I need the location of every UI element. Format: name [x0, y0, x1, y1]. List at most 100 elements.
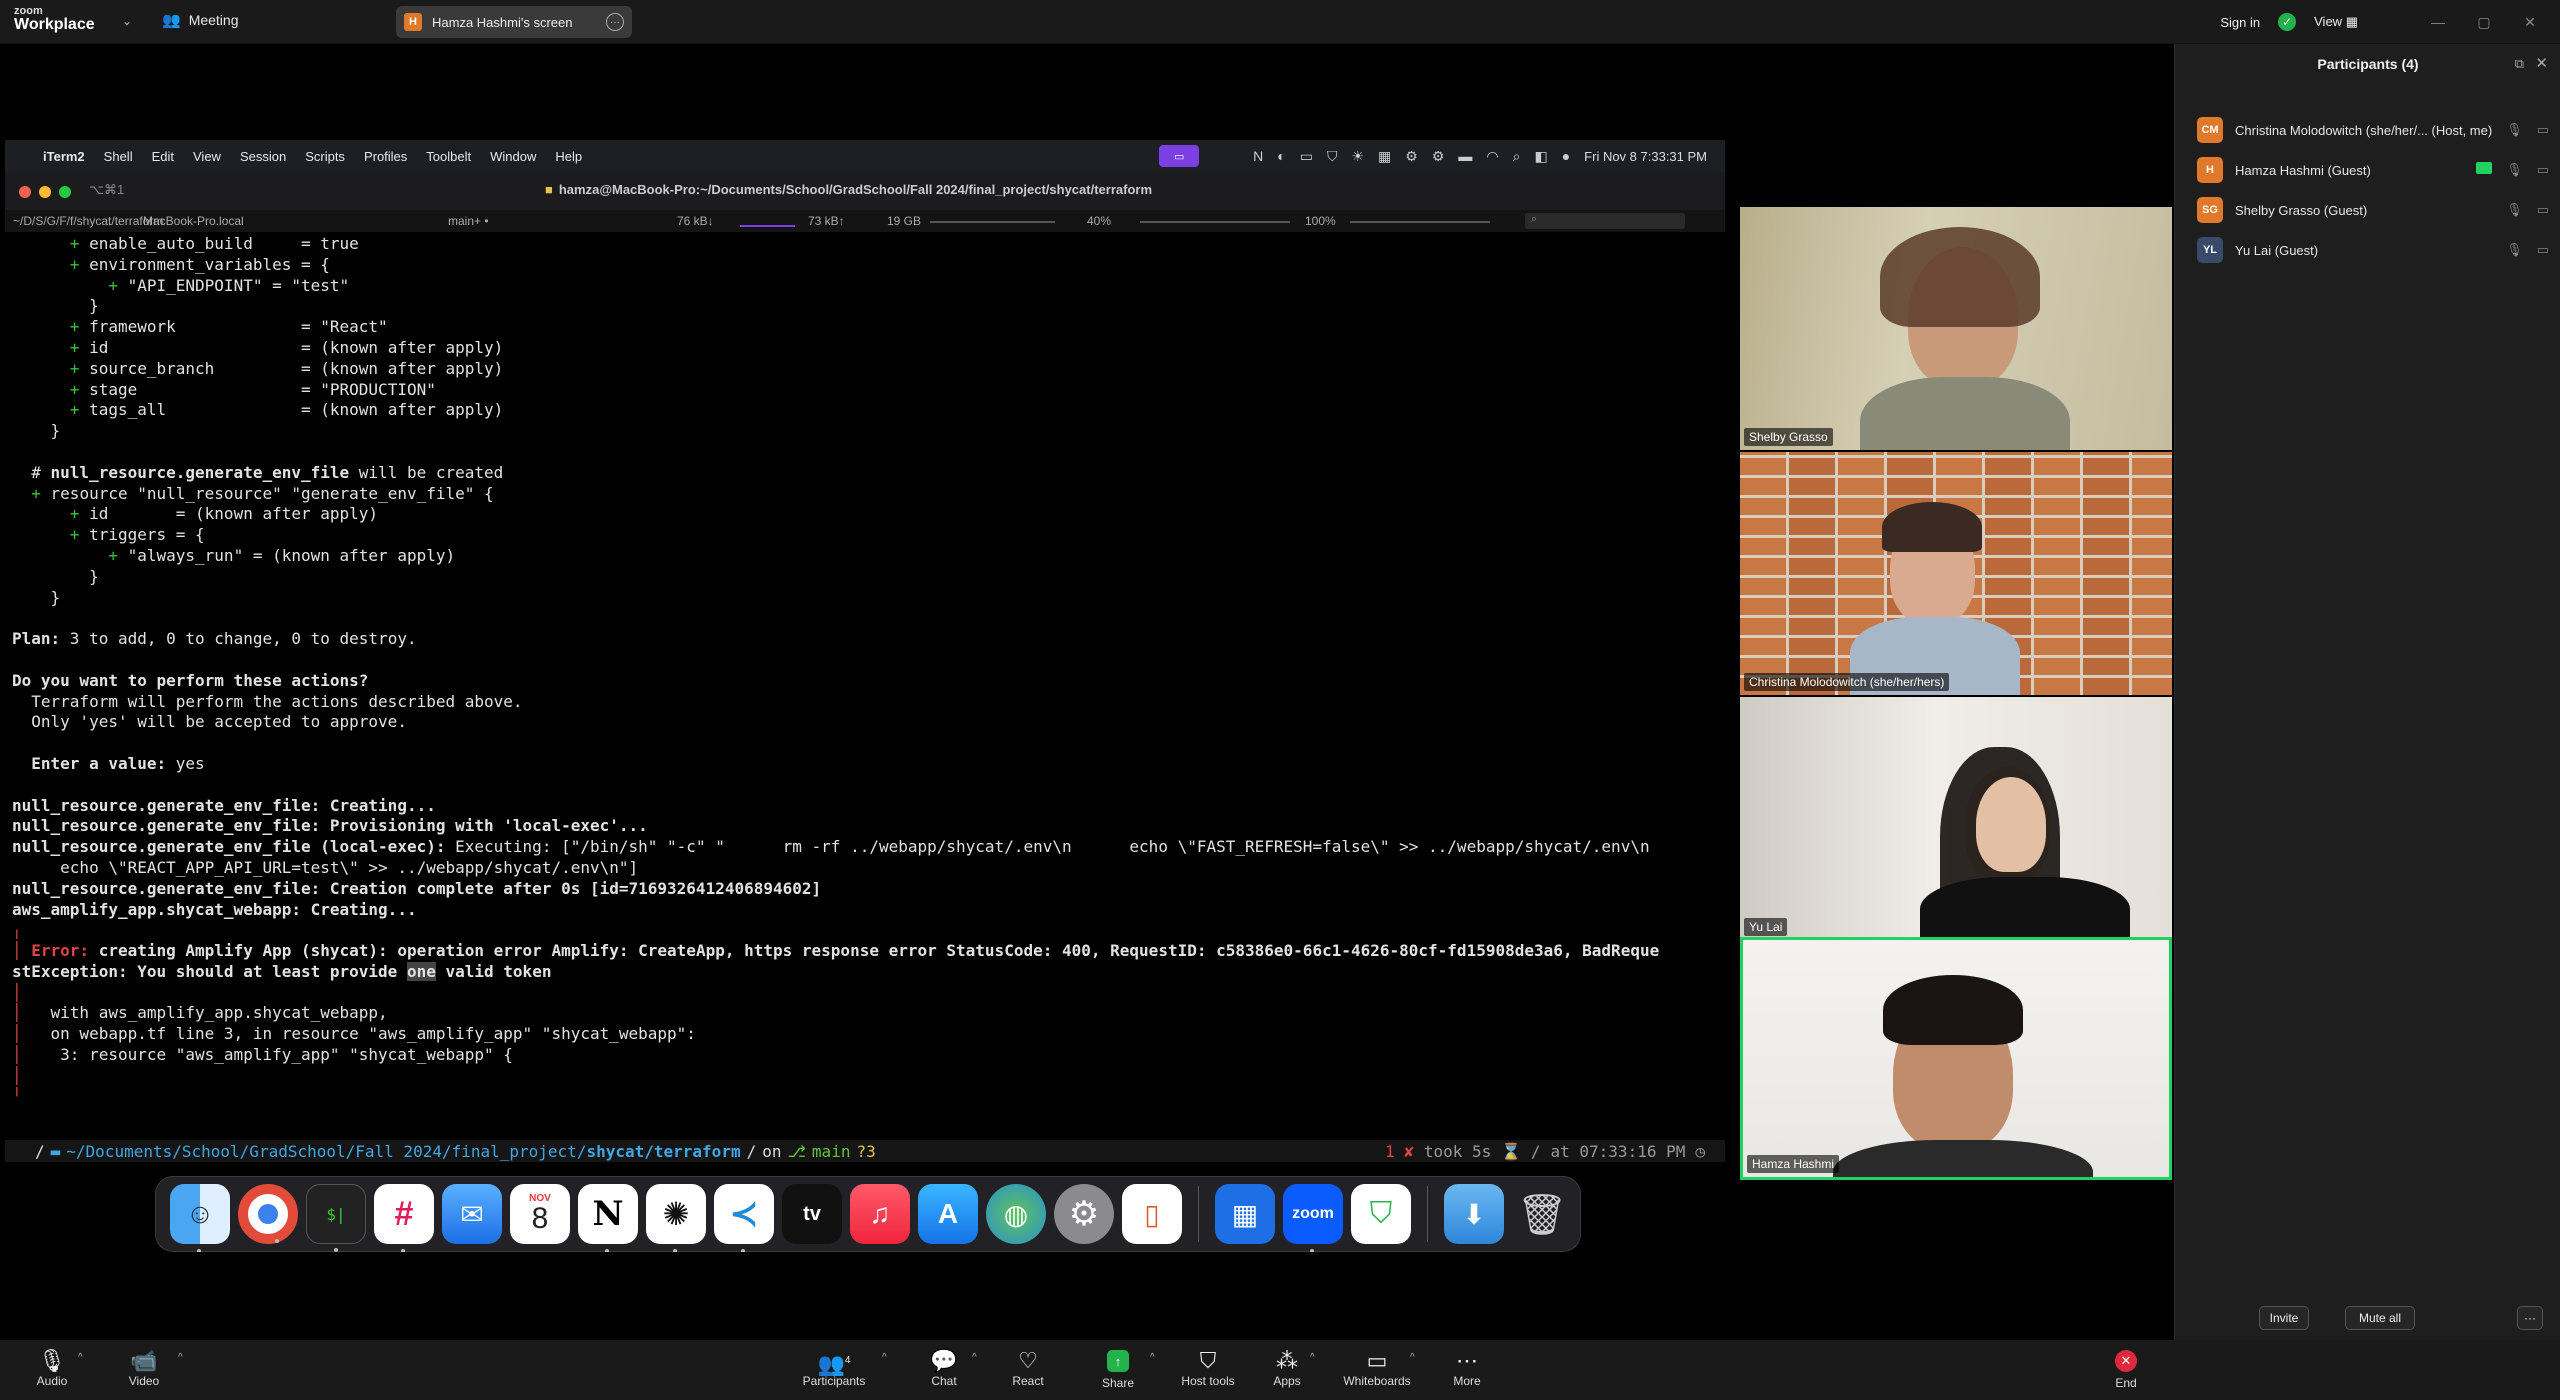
app-store-icon[interactable]: A [918, 1184, 978, 1244]
close-panel-icon[interactable]: ✕ [2535, 54, 2548, 72]
brightness-icon[interactable]: ☀ [1351, 148, 1364, 165]
host-tools-button[interactable]: ⛉ Host tools [1168, 1348, 1248, 1388]
more-options-button[interactable]: ··· [2517, 1306, 2543, 1330]
iphone-mirroring-icon[interactable]: ▯ [1122, 1184, 1182, 1244]
vscode-icon[interactable]: ≺ [714, 1184, 774, 1252]
mic-icon[interactable]: 🎙 [2506, 202, 2523, 218]
shared-screen-tab[interactable]: H Hamza Hashmi's screen ··· [396, 6, 632, 38]
meeting-button[interactable]: 👥 Meeting [162, 11, 239, 29]
grid-tray-icon[interactable]: ▦ [1378, 148, 1391, 165]
settings-tray-icon[interactable]: ⚙ [1432, 148, 1445, 165]
video-caret-icon[interactable]: ^ [178, 1352, 183, 1363]
mic-icon[interactable]: 🎙 [2506, 162, 2523, 178]
menu-item-app[interactable]: iTerm2 [43, 149, 85, 164]
participants-button[interactable]: 👥4 Participants [794, 1348, 874, 1388]
video-tile-shelby[interactable]: Shelby Grasso [1740, 207, 2172, 450]
apps-button[interactable]: ⁂ Apps [1247, 1348, 1327, 1388]
chatgpt-icon[interactable]: ✺ [646, 1184, 706, 1252]
wifi-icon[interactable]: ◠ [1486, 148, 1498, 165]
mail-icon[interactable]: ✉ [442, 1184, 502, 1244]
battery-icon[interactable]: ▬ [1458, 148, 1472, 164]
minimize-traffic-light[interactable] [39, 186, 51, 198]
system-settings-icon[interactable]: ⚙ [1054, 1184, 1114, 1244]
camera-icon[interactable]: ▭ [2537, 122, 2549, 138]
participant-row[interactable]: YL Yu Lai (Guest) 🎙 ▭ [2175, 230, 2560, 270]
apps-caret-icon[interactable]: ^ [1310, 1352, 1315, 1363]
menu-item-edit[interactable]: Edit [152, 149, 174, 164]
mic-icon[interactable]: 🎙 [2506, 122, 2523, 138]
whiteboards-caret-icon[interactable]: ^ [1410, 1352, 1415, 1363]
view-button[interactable]: View ▦ [2314, 14, 2358, 30]
zoom-workplace-logo[interactable]: zoom Workplace [14, 6, 95, 33]
control-center-icon[interactable]: ◧ [1534, 148, 1547, 165]
chat-caret-icon[interactable]: ^ [972, 1352, 977, 1363]
adguard-icon[interactable]: ⛉ [1351, 1184, 1411, 1244]
finder-icon[interactable]: ☺ [170, 1184, 230, 1252]
terminal-text: on webapp.tf line 3, in resource "aws_am… [31, 1024, 696, 1044]
whiteboards-button[interactable]: ▭ Whiteboards [1337, 1348, 1417, 1388]
chrome-icon[interactable] [238, 1184, 298, 1244]
security-shield-icon[interactable]: ✓ [2278, 13, 2297, 31]
terminal-output[interactable]: + enable_auto_build = true + environment… [12, 234, 1718, 1174]
globe-app-icon[interactable]: ◍ [986, 1184, 1046, 1244]
end-button[interactable]: ✕ End [2086, 1348, 2166, 1390]
participant-row[interactable]: SG Shelby Grasso (Guest) 🎙 ▭ [2175, 190, 2560, 230]
shield-tray-icon[interactable]: ⛉ [1327, 148, 1338, 165]
video-tile-yu[interactable]: Yu Lai [1740, 697, 2172, 940]
keynote-app-icon[interactable]: ▦ [1215, 1184, 1275, 1244]
menu-item-view[interactable]: View [193, 149, 221, 164]
share-button[interactable]: ↑ Share [1078, 1348, 1158, 1390]
video-tile-hamza-active-speaker[interactable]: Hamza Hashmi [1740, 937, 2172, 1180]
siri-icon[interactable]: ● [1562, 148, 1570, 164]
menu-item-help[interactable]: Help [555, 149, 582, 164]
downloads-folder-icon[interactable]: ⬇ [1444, 1184, 1504, 1244]
folder-tray-icon[interactable]: ▭ [1300, 148, 1313, 165]
react-button[interactable]: ♡ React [988, 1348, 1068, 1388]
sign-in-link[interactable]: Sign in [2220, 15, 2260, 30]
zoom-traffic-light[interactable] [59, 186, 71, 198]
more-options-icon[interactable]: ··· [606, 13, 624, 31]
invite-button[interactable]: Invite [2259, 1306, 2309, 1330]
mic-icon[interactable]: 🎙 [2506, 242, 2523, 258]
participant-row[interactable]: CM Christina Molodowitch (she/her/... (H… [2175, 110, 2560, 150]
notion-icon[interactable]: N [578, 1184, 638, 1252]
mute-all-button[interactable]: Mute all [2345, 1306, 2415, 1330]
apple-tv-icon[interactable]: tv [782, 1184, 842, 1244]
more-button[interactable]: ⋯ More [1427, 1348, 1507, 1388]
camera-icon[interactable]: ▭ [2537, 202, 2549, 218]
popout-icon[interactable]: ⧉ [2515, 56, 2524, 72]
music-icon[interactable]: ♫ [850, 1184, 910, 1244]
screen-share-icon[interactable]: ▭ [1159, 145, 1200, 167]
notion-tray-icon[interactable]: N [1253, 148, 1263, 164]
slack-icon[interactable]: # [374, 1184, 434, 1252]
menu-item-shell[interactable]: Shell [104, 149, 133, 164]
close-window-icon[interactable]: ✕ [2516, 14, 2544, 31]
terminal-text: null_resource.generate_env_file: Creatio… [12, 878, 822, 898]
menu-item-toolbelt[interactable]: Toolbelt [426, 149, 471, 164]
share-caret-icon[interactable]: ^ [1150, 1352, 1155, 1363]
camera-icon[interactable]: ▭ [2537, 162, 2549, 178]
camera-icon[interactable]: ▭ [2537, 242, 2549, 258]
openai-tray-icon[interactable]: ⚙ [1405, 148, 1418, 165]
calendar-icon[interactable]: NOV 8 [510, 1184, 570, 1244]
half-circle-icon[interactable]: ◐ [1277, 148, 1285, 164]
audio-caret-icon[interactable]: ^ [78, 1352, 83, 1363]
menu-item-profiles[interactable]: Profiles [364, 149, 407, 164]
maximize-icon[interactable]: ▢ [2470, 14, 2498, 31]
participant-row[interactable]: H Hamza Hashmi (Guest) 🎙 ▭ [2175, 150, 2560, 190]
search-icon[interactable]: ⌕ [1513, 148, 1521, 165]
search-field[interactable]: ⌕ [1525, 213, 1685, 229]
menu-clock[interactable]: Fri Nov 8 7:33:31 PM [1584, 149, 1707, 164]
close-traffic-light[interactable] [19, 186, 31, 198]
zoom-app-icon[interactable]: zoom [1283, 1184, 1343, 1252]
menu-item-session[interactable]: Session [240, 149, 286, 164]
menu-item-scripts[interactable]: Scripts [305, 149, 345, 164]
terminal-app-icon[interactable]: $| [306, 1184, 366, 1252]
menu-item-window[interactable]: Window [490, 149, 536, 164]
participants-caret-icon[interactable]: ^ [882, 1352, 887, 1363]
chevron-down-icon[interactable]: ⌄ [122, 14, 132, 28]
video-button[interactable]: 📹 Video [104, 1348, 184, 1388]
minimize-icon[interactable]: — [2424, 14, 2452, 30]
video-tile-christina[interactable]: Christina Molodowitch (she/her/hers) [1740, 452, 2172, 695]
trash-icon[interactable]: 🗑 [1512, 1184, 1572, 1244]
